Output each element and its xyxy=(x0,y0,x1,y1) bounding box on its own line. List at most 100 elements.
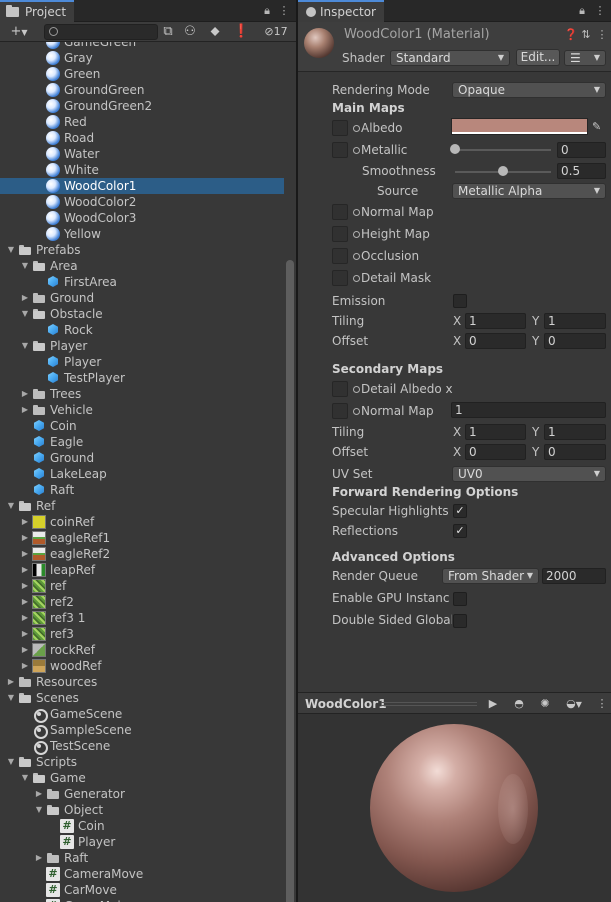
material-preview[interactable] xyxy=(298,714,611,902)
tree-item[interactable]: GroundGreen xyxy=(0,82,284,98)
secondary-normal-scale-input[interactable]: 1 xyxy=(451,402,606,418)
tree-item[interactable]: GameScene xyxy=(0,706,284,723)
expand-arrow-open-icon[interactable]: ▼ xyxy=(20,773,30,783)
eyedropper-icon[interactable]: ✎ xyxy=(592,120,601,133)
albedo-color-field[interactable] xyxy=(451,118,588,135)
tree-item[interactable]: WoodColor2 xyxy=(0,194,284,210)
project-scrollbar[interactable] xyxy=(284,42,296,902)
texture-picker-icon[interactable] xyxy=(353,408,360,415)
tree-item[interactable]: GameGreen xyxy=(0,42,284,50)
tree-item[interactable]: ▶ Resources xyxy=(0,674,284,690)
preset-icon[interactable]: ⇅ xyxy=(580,28,592,41)
metallic-texture-slot[interactable] xyxy=(332,142,348,158)
expand-arrow-open-icon[interactable]: ▼ xyxy=(20,309,30,319)
texture-picker-icon[interactable] xyxy=(353,209,360,216)
occlusion-slot[interactable] xyxy=(332,248,348,264)
console-errors-icon[interactable]: ❗ xyxy=(233,23,249,41)
help-icon[interactable]: ❓ xyxy=(564,28,578,41)
texture-picker-icon[interactable] xyxy=(353,386,360,393)
project-tab[interactable]: Project xyxy=(0,0,75,22)
detail-albedo-slot[interactable] xyxy=(332,381,348,397)
secondary-tiling-x-input[interactable]: 1 xyxy=(465,424,526,440)
kebab-menu-icon[interactable]: ⋮ xyxy=(595,697,609,711)
expand-arrow-open-icon[interactable]: ▼ xyxy=(6,693,16,703)
albedo-texture-slot[interactable] xyxy=(332,120,348,136)
expand-arrow-open-icon[interactable]: ▼ xyxy=(20,261,30,271)
tree-item[interactable]: ▼ Scenes xyxy=(0,690,284,706)
texture-picker-icon[interactable] xyxy=(353,231,360,238)
expand-arrow-closed-icon[interactable]: ▶ xyxy=(6,677,16,687)
tiling-x-input[interactable]: 1 xyxy=(465,313,526,329)
expand-arrow-open-icon[interactable]: ▼ xyxy=(6,245,16,255)
tree-item[interactable]: ▶ rockRef xyxy=(0,642,284,658)
source-dropdown[interactable]: Metallic Alpha ▼ xyxy=(452,183,606,199)
height-map-slot[interactable] xyxy=(332,226,348,242)
tree-item[interactable]: Road xyxy=(0,130,284,146)
project-scrollbar-thumb[interactable] xyxy=(286,260,294,902)
reflections-checkbox[interactable]: ✓ xyxy=(453,524,467,538)
texture-picker-icon[interactable] xyxy=(353,125,360,132)
specular-highlights-checkbox[interactable]: ✓ xyxy=(453,504,467,518)
sphere-mesh-icon[interactable]: ◓ xyxy=(512,697,526,711)
tree-item[interactable]: ▶ Ground xyxy=(0,290,284,306)
tree-item[interactable]: ▶ Generator xyxy=(0,786,284,802)
hidden-packages-button[interactable]: ⊘17 xyxy=(258,23,294,41)
secondary-normal-slot[interactable] xyxy=(332,403,348,419)
tree-item[interactable]: ▶ woodRef xyxy=(0,658,284,674)
expand-arrow-closed-icon[interactable]: ▶ xyxy=(20,293,30,303)
render-queue-input[interactable]: 2000 xyxy=(542,568,606,584)
expand-arrow-closed-icon[interactable]: ▶ xyxy=(20,565,30,575)
tree-item[interactable]: Raft xyxy=(0,482,284,498)
expand-arrow-closed-icon[interactable]: ▶ xyxy=(20,613,30,623)
smoothness-input[interactable]: 0.5 xyxy=(557,163,606,179)
tree-item[interactable]: Green xyxy=(0,66,284,82)
tree-item[interactable]: ▼ Object xyxy=(0,802,284,818)
tree-item[interactable]: ▶ eagleRef1 xyxy=(0,530,284,546)
detail-mask-slot[interactable] xyxy=(332,270,348,286)
play-icon[interactable]: ▶ xyxy=(486,697,500,711)
secondary-offset-y-input[interactable]: 0 xyxy=(544,444,606,460)
preview-resize-handle[interactable] xyxy=(381,702,477,706)
kebab-menu-icon[interactable]: ⋮ xyxy=(594,4,606,18)
expand-arrow-closed-icon[interactable]: ▶ xyxy=(20,645,30,655)
gpu-instancing-checkbox[interactable] xyxy=(453,592,467,606)
tree-item[interactable]: Red xyxy=(0,114,284,130)
tree-item[interactable]: ▶ ref3 1 xyxy=(0,610,284,626)
tree-item[interactable]: ▶ eagleRef2 xyxy=(0,546,284,562)
filter-by-type-icon[interactable]: ⚇ xyxy=(182,23,198,41)
tree-item[interactable]: Gray xyxy=(0,50,284,66)
shader-options-dropdown[interactable]: ☰ ▼ xyxy=(564,50,606,66)
expand-arrow-closed-icon[interactable]: ▶ xyxy=(20,549,30,559)
tree-item[interactable]: ▼ Game xyxy=(0,770,284,786)
search-by-type-icon[interactable]: ⧉ xyxy=(160,23,176,41)
tree-item[interactable]: # CarMove xyxy=(0,882,284,898)
offset-x-input[interactable]: 0 xyxy=(465,333,526,349)
expand-arrow-open-icon[interactable]: ▼ xyxy=(6,501,16,511)
metallic-slider[interactable] xyxy=(455,149,551,151)
tree-item[interactable]: FirstArea xyxy=(0,274,284,290)
lighting-icon[interactable]: ✺ xyxy=(538,697,552,711)
texture-picker-icon[interactable] xyxy=(353,275,360,282)
offset-y-input[interactable]: 0 xyxy=(544,333,606,349)
secondary-tiling-y-input[interactable]: 1 xyxy=(544,424,606,440)
tree-item[interactable]: SampleScene xyxy=(0,722,284,739)
secondary-offset-x-input[interactable]: 0 xyxy=(465,444,526,460)
expand-arrow-closed-icon[interactable]: ▶ xyxy=(20,405,30,415)
tree-item[interactable]: WoodColor1 xyxy=(0,178,284,194)
metallic-input[interactable]: 0 xyxy=(557,142,606,158)
tiling-y-input[interactable]: 1 xyxy=(544,313,606,329)
tree-item[interactable]: GroundGreen2 xyxy=(0,98,284,114)
smoothness-slider-knob[interactable] xyxy=(498,166,508,176)
tree-item[interactable]: ▼ Scripts xyxy=(0,754,284,770)
tree-item[interactable]: ▶ coinRef xyxy=(0,514,284,530)
expand-arrow-closed-icon[interactable]: ▶ xyxy=(20,517,30,527)
tree-item[interactable]: Coin xyxy=(0,418,284,434)
tree-item[interactable]: Yellow xyxy=(0,226,284,242)
expand-arrow-closed-icon[interactable]: ▶ xyxy=(20,581,30,591)
expand-arrow-closed-icon[interactable]: ▶ xyxy=(20,533,30,543)
tree-item[interactable]: Player xyxy=(0,354,284,370)
tree-item[interactable]: Ground xyxy=(0,450,284,466)
emission-checkbox[interactable] xyxy=(453,294,467,308)
uv-set-dropdown[interactable]: UV0 ▼ xyxy=(452,466,606,482)
expand-arrow-closed-icon[interactable]: ▶ xyxy=(34,789,44,799)
